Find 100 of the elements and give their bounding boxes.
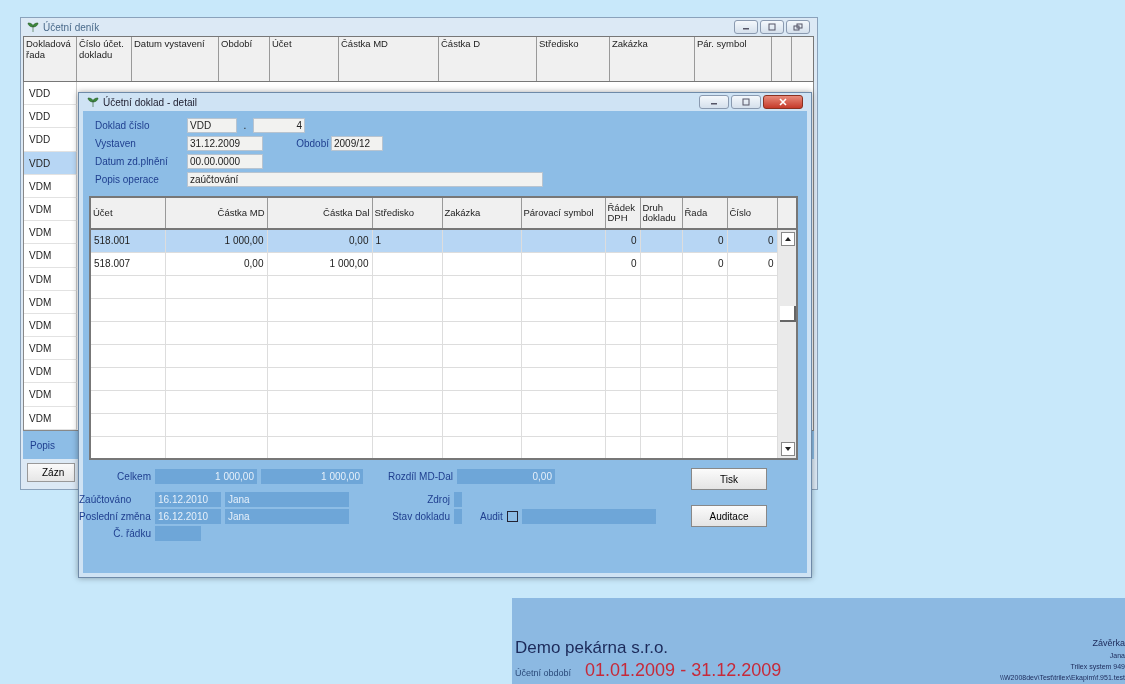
- window-title: Účetní deník: [43, 21, 101, 33]
- field-label: Zdroj: [426, 493, 450, 505]
- restore-icon: [793, 23, 803, 31]
- maximize-button[interactable]: [731, 95, 761, 109]
- column-header[interactable]: Zakázka: [442, 197, 521, 229]
- minimize-button[interactable]: [699, 95, 729, 109]
- period-label: Účetní období: [515, 668, 572, 678]
- scroll-thumb[interactable]: [779, 306, 796, 322]
- maximize-icon: [767, 23, 777, 31]
- status-field: [454, 508, 462, 524]
- record-button[interactable]: Zázn: [27, 462, 75, 482]
- line-number-field: [155, 525, 201, 541]
- maximize-icon: [741, 98, 751, 106]
- column-header[interactable]: Částka D: [439, 37, 537, 81]
- table-cell: 0,00: [349, 235, 369, 247]
- table-cell[interactable]: VDD: [24, 128, 77, 152]
- field-label: Zaúčtováno: [79, 493, 133, 505]
- scroll-up-icon[interactable]: [780, 232, 795, 246]
- field-label: Datum zd.plnění: [95, 156, 169, 167]
- field-label: Popis operace: [95, 174, 160, 185]
- field-label: Období: [295, 138, 330, 149]
- table-cell: 518.001: [94, 235, 131, 247]
- table-cell: 1: [375, 235, 382, 247]
- column-header[interactable]: Částka MD: [165, 197, 267, 229]
- table-cell[interactable]: VDD: [24, 151, 77, 175]
- column-header[interactable]: Druh dokladu: [640, 197, 682, 229]
- company-name: Demo pekárna s.r.o.: [515, 638, 670, 658]
- restore-button[interactable]: [786, 20, 810, 34]
- table-cell[interactable]: VDM: [24, 313, 77, 338]
- table-cell[interactable]: VDM: [24, 290, 77, 314]
- column-header[interactable]: Období: [219, 37, 270, 81]
- input-field[interactable]: 31.12.2009: [187, 136, 263, 151]
- table-cell[interactable]: VDM: [24, 197, 77, 222]
- table-cell[interactable]: VDM: [24, 244, 77, 268]
- table-cell: 1 000,00: [329, 258, 369, 269]
- table-cell: 0: [767, 235, 774, 247]
- input-field[interactable]: VDD: [187, 118, 237, 133]
- minimize-button[interactable]: [734, 20, 758, 34]
- table-cell[interactable]: VDD: [24, 105, 77, 129]
- table-cell[interactable]: VDM: [24, 406, 77, 430]
- table-cell: 0,00: [244, 258, 264, 269]
- total-field: 1 000,00: [261, 468, 363, 484]
- user-field: Jana: [225, 491, 349, 507]
- close-button[interactable]: [763, 95, 803, 109]
- table-cell: 518.007: [94, 258, 131, 269]
- column-header[interactable]: Účet: [270, 37, 339, 81]
- action-button[interactable]: Tisk: [691, 468, 767, 490]
- separator-text: .: [242, 120, 248, 131]
- plant-icon: [87, 96, 99, 108]
- column-header[interactable]: Částka Dal: [267, 197, 372, 229]
- checkbox-label: Audit: [480, 510, 503, 522]
- action-button[interactable]: Auditace: [691, 505, 767, 527]
- input-field[interactable]: zaúčtování: [187, 172, 543, 187]
- column-header[interactable]: Částka MD: [339, 37, 439, 81]
- table-cell: 1 000,00: [224, 235, 264, 247]
- table-cell[interactable]: VDD: [24, 82, 77, 106]
- window-title: Účetní doklad - detail: [103, 96, 198, 108]
- column-header[interactable]: Datum vystavení: [132, 37, 219, 81]
- field-label: Poslední změna: [79, 510, 151, 522]
- column-header[interactable]: Párovací symbol: [521, 197, 605, 229]
- field-label: Vystaven: [95, 138, 137, 149]
- date-field: 16.12.2010: [155, 508, 221, 524]
- difference-field: 0,00: [457, 468, 555, 484]
- table-cell[interactable]: VDM: [24, 174, 77, 198]
- table-cell: 0: [767, 258, 774, 269]
- total-field: 1 000,00: [155, 468, 257, 484]
- table-cell[interactable]: VDM: [24, 383, 77, 407]
- column-header[interactable]: Účet: [90, 197, 165, 229]
- close-icon: [778, 98, 788, 106]
- source-field: [454, 491, 462, 507]
- column-header[interactable]: Řádek DPH: [605, 197, 640, 229]
- table-cell[interactable]: VDM: [24, 221, 77, 245]
- plant-icon: [27, 21, 39, 33]
- column-header[interactable]: Pár. symbol: [695, 37, 772, 81]
- table-cell: 0: [630, 258, 637, 269]
- input-field[interactable]: 2009/12: [331, 136, 383, 151]
- info-text: Závěrka: [1092, 638, 1125, 648]
- column-header[interactable]: Číslo účet. dokladu: [77, 37, 132, 81]
- maximize-button[interactable]: [760, 20, 784, 34]
- column-header[interactable]: Zakázka: [610, 37, 695, 81]
- field-label: Popis: [30, 439, 55, 451]
- scrollbar[interactable]: [777, 230, 798, 458]
- table-cell[interactable]: VDM: [24, 267, 77, 291]
- period-range: 01.01.2009 - 31.12.2009: [585, 660, 782, 681]
- table-cell[interactable]: VDM: [24, 360, 77, 384]
- input-field[interactable]: 4: [253, 118, 305, 133]
- column-header[interactable]: Číslo: [727, 197, 777, 229]
- audit-checkbox[interactable]: [506, 510, 518, 522]
- field-label: Č. řádku: [112, 527, 151, 539]
- column-header[interactable]: Středisko: [537, 37, 610, 81]
- column-header[interactable]: Dokladová řada: [24, 37, 77, 81]
- field-label: Doklad číslo: [95, 120, 151, 131]
- table-cell[interactable]: VDM: [24, 337, 77, 361]
- column-header[interactable]: Středisko: [372, 197, 442, 229]
- column-header[interactable]: Řada: [682, 197, 727, 229]
- field-label: Rozdíl MD-Dal: [387, 470, 453, 482]
- date-field: 16.12.2010: [155, 491, 221, 507]
- scroll-down-icon[interactable]: [780, 442, 795, 456]
- field-label: Stav dokladu: [391, 510, 450, 522]
- input-field[interactable]: 00.00.0000: [187, 154, 263, 169]
